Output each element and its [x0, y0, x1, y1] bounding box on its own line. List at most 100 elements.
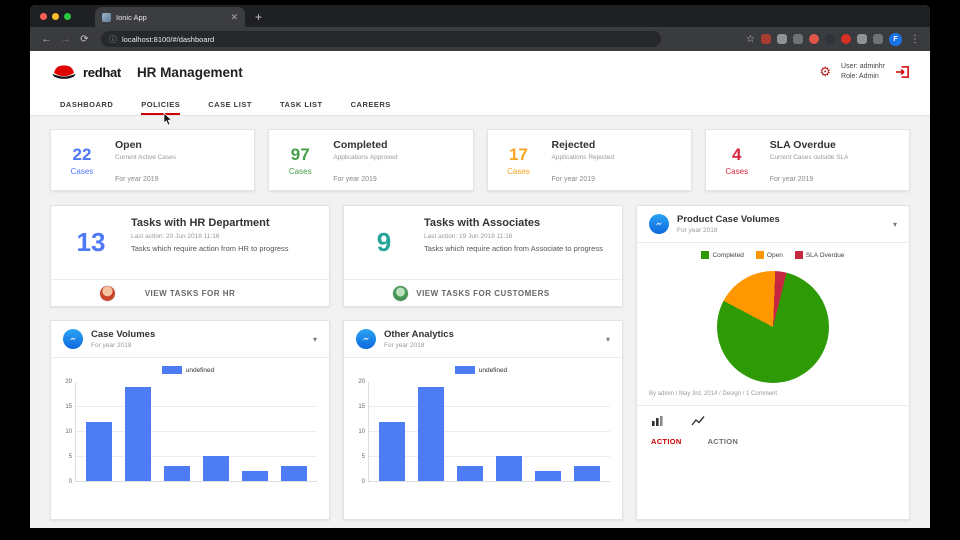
chevron-down-icon[interactable]: ▾	[606, 335, 610, 344]
extension-icon[interactable]	[857, 34, 867, 44]
extension-icon[interactable]	[841, 34, 851, 44]
task-description: Tasks which require action from HR to pr…	[131, 244, 289, 253]
minimize-window-button[interactable]	[52, 12, 59, 20]
main-grid: 13 Tasks with HR Department Last action:…	[50, 205, 910, 520]
settings-gear-icon[interactable]: ⚙	[819, 64, 831, 80]
extension-icon[interactable]	[809, 34, 819, 44]
bar-legend: undefined	[352, 366, 610, 374]
nav-tab-careers[interactable]: CAREERS	[351, 100, 391, 115]
site-info-icon[interactable]: ⓘ	[109, 34, 117, 45]
browser-tab[interactable]: Ionic App ✕	[95, 7, 245, 27]
product-case-volumes-card: Product Case Volumes For year 2018 ▾ Com…	[636, 205, 910, 520]
reload-icon[interactable]: ⟳	[76, 34, 93, 45]
stat-unit: Cases	[70, 166, 94, 176]
bar	[457, 466, 484, 481]
task-card-hr: 13 Tasks with HR Department Last action:…	[50, 205, 330, 307]
new-tab-button[interactable]: +	[245, 10, 272, 27]
other-analytics-card: Other Analytics For year 2018 ▾ undefine…	[343, 320, 623, 520]
nav-tab-case-list[interactable]: CASE LIST	[208, 100, 252, 115]
card-meta: By admin / May 3rd, 2014 / Design / 1 Co…	[649, 391, 778, 397]
card-subtitle: For year 2018	[384, 342, 425, 349]
brand-wordmark: redhat	[83, 64, 121, 80]
profile-avatar[interactable]: F	[889, 32, 902, 46]
stat-card-rejected[interactable]: 17 Cases Rejected Applications Rejected …	[486, 129, 692, 191]
browser-tab-strip: Ionic App ✕ +	[30, 5, 930, 27]
stat-title: Rejected	[551, 139, 596, 151]
y-axis: 0 5 10 15 20	[352, 379, 368, 485]
logout-icon[interactable]	[895, 65, 910, 79]
bar	[534, 471, 561, 481]
zoom-window-button[interactable]	[64, 12, 71, 20]
stat-card-open[interactable]: 22 Cases Open Current Active Cases For y…	[50, 129, 256, 191]
header-actions: ⚙ User: adminhr Role: Admin	[819, 62, 910, 83]
task-title: Tasks with Associates	[424, 217, 541, 229]
bar	[202, 456, 229, 481]
task-description: Tasks which require action from Associat…	[424, 244, 603, 253]
legend-label: undefined	[185, 366, 215, 374]
stat-subtitle: Current Cases outside SLA	[769, 154, 849, 161]
view-tasks-hr-button[interactable]: VIEW TASKS FOR HR	[145, 289, 236, 298]
extension-icon[interactable]	[777, 34, 787, 44]
stat-value: 4	[732, 144, 742, 164]
stat-subtitle: Applications Rejected	[551, 154, 615, 161]
legend-label: Completed	[712, 251, 744, 259]
nav-tab-task-list[interactable]: TASK LIST	[280, 100, 323, 115]
window-controls	[30, 5, 81, 27]
bookmark-star-icon[interactable]: ☆	[746, 34, 755, 45]
bar	[418, 386, 445, 481]
y-tick-label: 15	[65, 404, 72, 410]
chevron-down-icon[interactable]: ▾	[313, 335, 317, 344]
extension-icon[interactable]	[761, 34, 771, 44]
bar-chart	[368, 382, 610, 482]
legend-label: Open	[766, 251, 783, 259]
back-icon[interactable]: ←	[38, 34, 55, 45]
tab-favicon	[102, 12, 111, 22]
redhat-logo: redhat	[50, 62, 121, 82]
dashboard-content: 22 Cases Open Current Active Cases For y…	[30, 116, 930, 520]
page-title: HR Management	[136, 64, 243, 80]
toolbar-icons: ☆ F ⋮	[746, 32, 922, 46]
forward-icon[interactable]: →	[57, 34, 74, 45]
bar	[125, 386, 152, 481]
tab-close-icon[interactable]: ✕	[230, 12, 238, 22]
extension-icon[interactable]	[825, 34, 835, 44]
stat-period: For year 2019	[333, 176, 377, 183]
y-tick-label: 0	[68, 479, 72, 485]
pie-chart	[717, 271, 829, 383]
redhat-fedora-icon	[52, 65, 76, 79]
bar	[495, 456, 522, 481]
y-tick-label: 10	[358, 429, 365, 435]
chevron-down-icon[interactable]: ▾	[893, 220, 897, 229]
extension-icon[interactable]	[793, 34, 803, 44]
stat-subtitle: Applications Approved	[333, 154, 398, 161]
stat-card-completed[interactable]: 97 Cases Completed Applications Approved…	[268, 129, 474, 191]
nav-tab-dashboard[interactable]: DASHBOARD	[60, 100, 113, 115]
y-tick-label: 0	[361, 479, 365, 485]
stat-title: Open	[115, 139, 142, 151]
task-count: 13	[76, 227, 106, 257]
y-tick-label: 20	[65, 379, 72, 385]
task-count: 9	[376, 227, 392, 257]
extension-icon[interactable]	[873, 34, 883, 44]
browser-toolbar: ← → ⟳ ⓘ localhost:8100/#/dashboard ☆ F ⋮	[30, 27, 930, 51]
nav-tab-policies[interactable]: POLICIES	[141, 100, 181, 126]
view-tasks-customers-button[interactable]: VIEW TASKS FOR CUSTOMERS	[416, 289, 550, 298]
close-window-button[interactable]	[40, 12, 47, 20]
card-subtitle: For year 2018	[91, 342, 132, 349]
browser-menu-icon[interactable]: ⋮	[908, 34, 920, 45]
line-chart-icon[interactable]	[691, 415, 705, 427]
legend-swatch-open	[755, 251, 764, 259]
address-bar[interactable]: ⓘ localhost:8100/#/dashboard	[101, 31, 661, 47]
bar-chart-icon[interactable]	[651, 415, 665, 427]
stat-value: 17	[509, 144, 528, 164]
bar	[379, 421, 406, 481]
action-button-primary[interactable]: ACTION	[651, 437, 682, 446]
bar	[164, 466, 191, 481]
bar	[573, 466, 600, 481]
stat-card-sla-overdue[interactable]: 4 Cases SLA Overdue Current Cases outsid…	[704, 129, 910, 191]
legend-label: undefined	[478, 366, 508, 374]
task-card-associates: 9 Tasks with Associates Last action: 19 …	[343, 205, 623, 307]
legend-swatch	[454, 366, 475, 374]
action-button-secondary[interactable]: ACTION	[708, 437, 739, 446]
legend-label: SLA Overdue	[805, 251, 845, 259]
